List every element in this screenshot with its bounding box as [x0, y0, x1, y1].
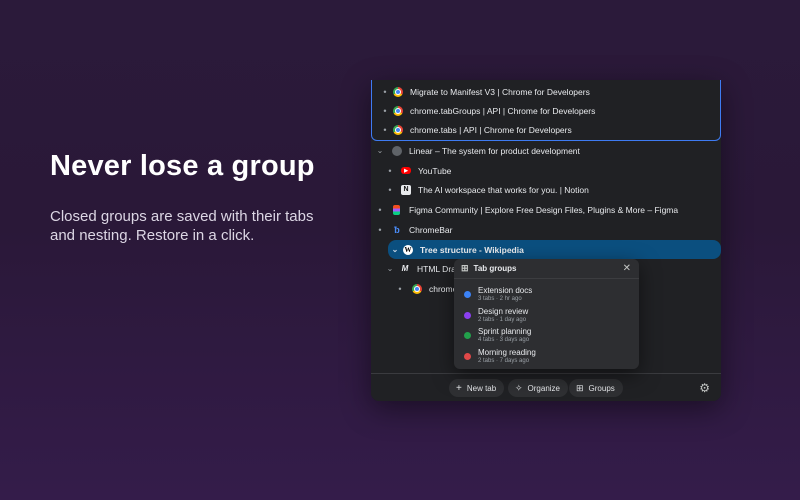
group-color-dot — [464, 312, 471, 319]
groups-label: Groups — [588, 383, 615, 393]
hero-title: Never lose a group — [50, 150, 315, 182]
chrome-icon — [393, 105, 403, 116]
group-meta: 3 tabs · 2 hr ago — [478, 296, 522, 302]
group-name: Extension docs — [478, 286, 533, 295]
plus-icon: + — [456, 382, 462, 394]
group-name: Sprint planning — [478, 327, 532, 336]
tab-row[interactable]: • Migrate to Manifest V3 | Chrome for De… — [371, 82, 721, 101]
grid-icon: ⊞ — [461, 263, 469, 273]
organize-label: Organize — [527, 383, 561, 393]
new-tab-button[interactable]: + New tab — [449, 379, 505, 397]
bullet-icon: • — [383, 105, 387, 116]
group-meta: 2 tabs · 7 days ago — [478, 358, 530, 364]
chrome-icon — [412, 283, 422, 294]
chrome-icon — [393, 86, 403, 97]
bullet-icon: • — [398, 283, 402, 294]
chromebar-icon: ᵬ — [394, 224, 400, 235]
tab-row[interactable]: • chrome.tabGroups | API | Chrome for De… — [371, 101, 721, 120]
group-meta: 2 tabs · 1 day ago — [478, 317, 527, 323]
bullet-icon: • — [383, 124, 387, 135]
figma-icon — [393, 204, 400, 215]
saved-group-item[interactable]: Sprint planning 4 tabs · 3 days ago — [454, 325, 639, 346]
tab-title: chrome.tabGroups | API | Chrome for Deve… — [410, 105, 596, 116]
notion-icon: N — [401, 184, 411, 195]
groups-button[interactable]: ⊞ Groups — [569, 379, 623, 397]
tab-title: The AI workspace that works for you. | N… — [418, 184, 589, 195]
tab-row[interactable]: • chrome.tabs | API | Chrome for Develop… — [371, 120, 721, 139]
tab-groups-popup: ⊞ Tab groups ✕ Extension docs 3 tabs · 2… — [454, 259, 639, 369]
chevron-down-icon[interactable]: ⌄ — [390, 245, 400, 254]
tab-title: Tree structure - Wikipedia — [420, 244, 524, 255]
chrome-icon — [393, 124, 403, 135]
wikipedia-icon: W — [403, 244, 413, 255]
group-color-dot — [464, 291, 471, 298]
organize-button[interactable]: ✧ Organize — [508, 379, 569, 397]
bottom-toolbar: + New tab ✧ Organize ⊞ Groups ⚙ — [371, 373, 721, 401]
tab-row[interactable]: • N The AI workspace that works for you.… — [371, 180, 721, 199]
tab-title: Figma Community | Explore Free Design Fi… — [409, 204, 679, 215]
group-meta: 4 tabs · 3 days ago — [478, 337, 530, 343]
tab-title: ChromeBar — [409, 224, 453, 235]
tab-row[interactable]: • Figma Community | Explore Free Design … — [371, 200, 721, 219]
saved-group-item[interactable]: Extension docs 3 tabs · 2 hr ago — [454, 284, 639, 305]
group-name: Morning reading — [478, 348, 536, 357]
chevron-down-icon[interactable]: ⌄ — [375, 146, 385, 155]
close-icon[interactable]: ✕ — [623, 263, 631, 274]
saved-group-item[interactable]: Morning reading 2 tabs · 7 days ago — [454, 346, 639, 367]
tab-row-selected[interactable]: ⌄ W Tree structure - Wikipedia — [388, 240, 721, 259]
bullet-icon: • — [388, 184, 392, 195]
bullet-icon: • — [383, 86, 387, 97]
group-name: Design review — [478, 307, 529, 316]
new-tab-label: New tab — [466, 383, 497, 393]
sparkle-icon: ✧ — [515, 382, 523, 393]
youtube-icon: ▶ — [401, 167, 411, 174]
tab-title: Migrate to Manifest V3 | Chrome for Deve… — [410, 86, 590, 97]
bullet-icon: • — [378, 224, 382, 235]
tab-title: Linear – The system for product developm… — [409, 145, 580, 156]
chevron-down-icon[interactable]: ⌄ — [385, 264, 395, 273]
grid-icon: ⊞ — [576, 382, 584, 393]
mdn-icon: M — [401, 264, 409, 273]
tab-title: chrome.tabs | API | Chrome for Developer… — [410, 124, 572, 135]
popup-header: ⊞ Tab groups — [454, 259, 639, 279]
saved-group-item[interactable]: Design review 2 tabs · 1 day ago — [454, 305, 639, 326]
bullet-icon: • — [378, 204, 382, 215]
group-color-dot — [464, 353, 471, 360]
globe-icon — [392, 145, 402, 156]
tab-row[interactable]: ⌄ Linear – The system for product develo… — [371, 141, 721, 160]
group-color-dot — [464, 332, 471, 339]
popup-title: Tab groups — [473, 264, 517, 273]
bullet-icon: • — [388, 165, 392, 176]
hero-subtitle: Closed groups are saved with their tabs … — [50, 208, 314, 244]
tab-title: YouTube — [418, 165, 452, 176]
tab-row[interactable]: • ▶ YouTube — [371, 161, 721, 180]
gear-icon[interactable]: ⚙ — [699, 381, 710, 395]
tab-row[interactable]: • ᵬ ChromeBar — [371, 220, 721, 239]
